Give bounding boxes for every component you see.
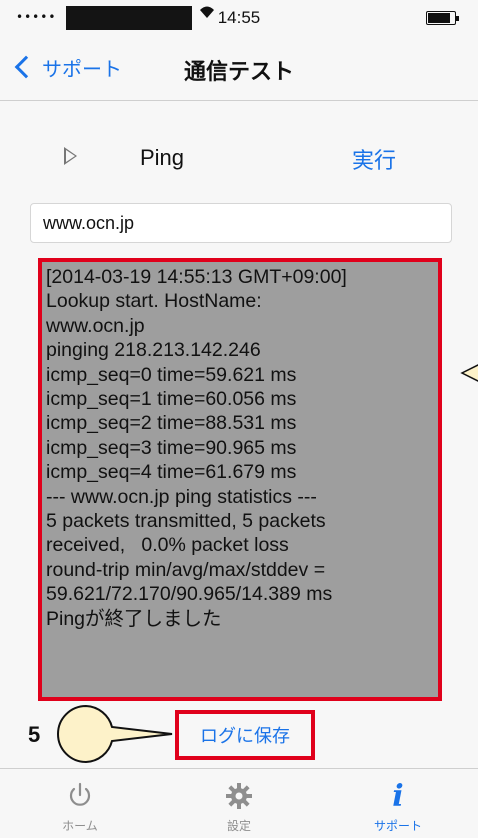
- tab-label-home: ホーム: [62, 819, 98, 833]
- chevron-left-icon: [14, 55, 38, 79]
- ping-row[interactable]: Ping 実行: [0, 139, 478, 179]
- step-callout: [57, 704, 173, 764]
- save-button-highlight: ログに保存: [175, 710, 315, 760]
- tab-label-support: サポート: [373, 819, 422, 833]
- status-time: 14:55: [217, 8, 261, 27]
- navigation-bar: サポート 通信テスト: [0, 34, 478, 101]
- test-type-label: Ping: [140, 145, 185, 170]
- page-title: 通信テスト: [184, 60, 295, 85]
- info-icon: i: [392, 778, 404, 814]
- power-icon: [0, 779, 160, 813]
- log-output: [2014-03-19 14:55:13 GMT+09:00] Lookup s…: [46, 266, 347, 630]
- run-button[interactable]: 実行: [352, 143, 396, 175]
- phone-screen: ••••• 14:55 サポート 通信テスト Ping 実行 [2014-03-…: [0, 0, 478, 838]
- back-button[interactable]: サポート: [14, 52, 122, 82]
- step-number: 5: [28, 722, 41, 747]
- battery-icon: [426, 11, 459, 25]
- gear-icon: [159, 779, 319, 813]
- tab-home[interactable]: ホーム: [0, 769, 160, 838]
- tab-bar: ホーム 設定 i サポート: [0, 768, 478, 838]
- play-icon: [64, 147, 77, 165]
- status-bar: ••••• 14:55: [0, 0, 478, 34]
- back-button-label: サポート: [42, 58, 122, 81]
- callout-pointer-right: [460, 364, 478, 382]
- main-content: Ping 実行 [2014-03-19 14:55:13 GMT+09:00] …: [0, 101, 478, 768]
- tab-support[interactable]: i サポート: [318, 769, 478, 838]
- tab-label-settings: 設定: [226, 819, 251, 833]
- save-log-button[interactable]: ログに保存: [200, 722, 290, 748]
- save-row: 5 ログに保存: [0, 704, 478, 766]
- tab-settings[interactable]: 設定: [159, 769, 319, 838]
- log-output-highlight: [2014-03-19 14:55:13 GMT+09:00] Lookup s…: [38, 258, 442, 701]
- host-input[interactable]: [30, 203, 452, 243]
